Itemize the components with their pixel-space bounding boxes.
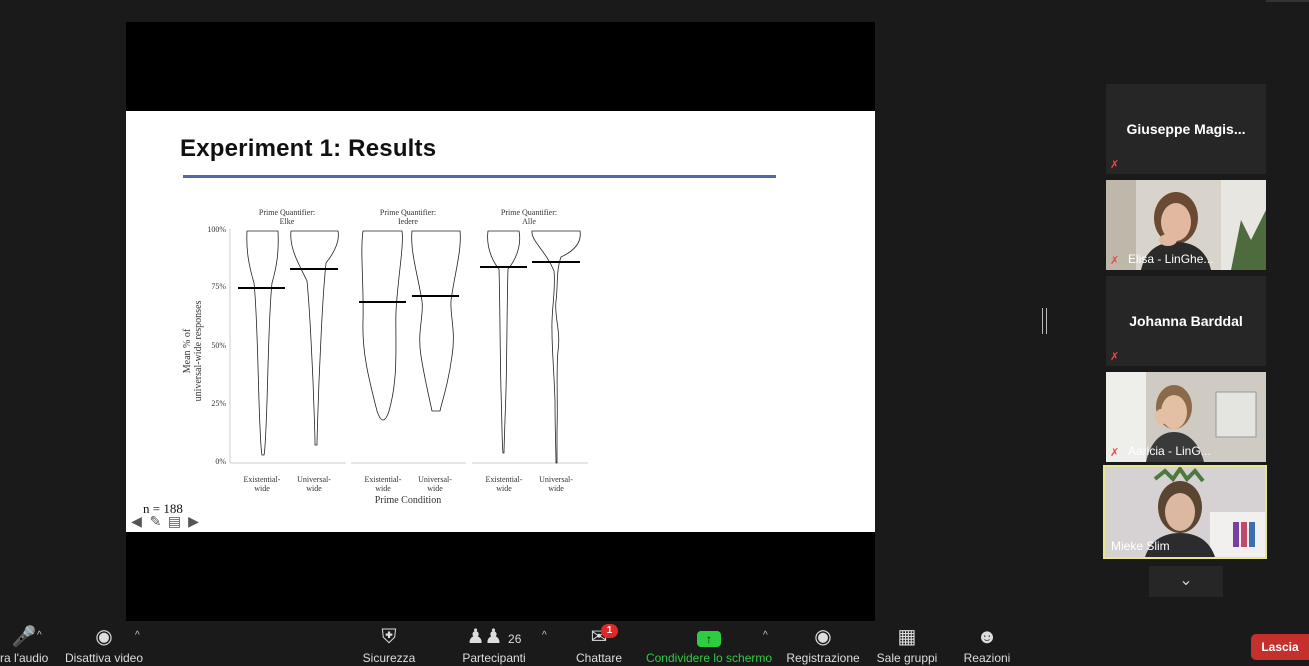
- violin-alle-universal: [531, 230, 581, 464]
- chat-button[interactable]: ✉ Chattare: [572, 621, 626, 666]
- chat-unread-badge: 1: [601, 624, 618, 638]
- menu-icon[interactable]: ▤: [166, 514, 183, 528]
- mic-muted-icon: ✗: [1110, 159, 1120, 171]
- x-group-label: Universal-: [539, 475, 573, 484]
- title-rule: [183, 175, 776, 178]
- y-tick-label: 100%: [207, 225, 226, 234]
- video-label: Disattiva video: [64, 651, 144, 665]
- y-tick-label: 75%: [211, 282, 226, 291]
- participant-name: Giuseppe Magis...: [1126, 121, 1246, 137]
- participants-button[interactable]: ♟♟ 26 Partecipanti: [458, 621, 530, 666]
- grid-icon: ▦: [897, 626, 917, 648]
- reactions-label: Reazioni: [963, 651, 1011, 665]
- violin-iedere-universal: [411, 230, 461, 412]
- share-options-caret-icon[interactable]: ^: [763, 630, 768, 641]
- mute-button[interactable]: 🎤 ra l'audio: [0, 621, 48, 666]
- emoji-add-icon: ☻: [976, 626, 998, 648]
- participant-tile[interactable]: ✗ Aaricia - LinG...: [1106, 372, 1266, 462]
- participants-count: 26: [508, 632, 522, 646]
- violin-elke-existential: [246, 230, 279, 456]
- record-label: Registrazione: [786, 651, 860, 665]
- shield-icon: ⛨: [381, 626, 397, 648]
- participant-name: Johanna Barddal: [1129, 313, 1243, 329]
- panel-title: Prime Quantifier:: [259, 208, 315, 217]
- active-speaker-tile[interactable]: Mieke Slim: [1103, 465, 1267, 559]
- presentation-slide: Experiment 1: Results Mean % of universa…: [126, 111, 875, 532]
- slide-controls: ◀ ✎ ▤ ▶: [128, 514, 202, 528]
- x-group-label: Existential-: [365, 475, 402, 484]
- share-label: Condividere lo schermo: [645, 651, 773, 665]
- participant-tile[interactable]: Giuseppe Magis... ✗: [1106, 84, 1266, 174]
- violin-alle-existential: [487, 230, 521, 454]
- participant-name: Elisa - LinGhe...: [1128, 252, 1214, 266]
- reactions-button[interactable]: ☻ Reazioni: [960, 621, 1014, 666]
- participant-name: Aaricia - LinG...: [1128, 444, 1211, 458]
- x-group-label: wide: [496, 484, 512, 493]
- share-screen-icon: ↑: [697, 631, 721, 647]
- stop-video-button[interactable]: ◉ Disattiva video: [62, 621, 146, 666]
- panel-title: Prime Quantifier:: [380, 208, 436, 217]
- video-camera-icon: ◉: [95, 626, 113, 648]
- chat-label: Chattare: [575, 651, 623, 665]
- violin-iedere-existential: [361, 230, 403, 421]
- participant-tile[interactable]: ✗ Elisa - LinGhe...: [1106, 180, 1266, 270]
- panel-title: Prime Quantifier:: [501, 208, 557, 217]
- x-group-label: Existential-: [486, 475, 523, 484]
- panel-title: Alle: [522, 217, 536, 226]
- x-group-label: Universal-: [418, 475, 452, 484]
- panel-splitter[interactable]: [1042, 308, 1047, 334]
- y-axis-label-line1: Mean % of: [182, 328, 193, 373]
- security-button[interactable]: ⛨ Sicurezza: [358, 621, 420, 666]
- participant-name: Mieke Slim: [1111, 539, 1170, 553]
- x-group-label: Universal-: [297, 475, 331, 484]
- participant-tile[interactable]: Johanna Barddal ✗: [1106, 276, 1266, 366]
- chevron-down-icon: ⌄: [1179, 572, 1193, 589]
- pen-icon[interactable]: ✎: [147, 514, 164, 528]
- slide-title: Experiment 1: Results: [180, 135, 437, 162]
- record-icon: ◉: [814, 626, 832, 648]
- participants-label: Partecipanti: [462, 651, 526, 665]
- violin-chart: Mean % of universal-wide responses 100% …: [182, 208, 588, 506]
- window-edge: [1266, 0, 1309, 2]
- mic-muted-icon: ✗: [1110, 351, 1120, 363]
- prev-slide-icon[interactable]: ◀: [128, 514, 145, 528]
- violin-elke-universal: [290, 230, 339, 446]
- security-label: Sicurezza: [362, 651, 416, 665]
- breakout-rooms-button[interactable]: ▦ Sale gruppi: [874, 621, 940, 666]
- next-slide-icon[interactable]: ▶: [185, 514, 202, 528]
- mute-label: ra l'audio: [0, 651, 49, 665]
- panel-title: Elke: [280, 217, 295, 226]
- video-options-caret-icon[interactable]: ^: [135, 630, 140, 641]
- audio-options-caret-icon[interactable]: ^: [37, 630, 42, 641]
- mic-muted-icon: ✗: [1110, 255, 1120, 267]
- participants-options-caret-icon[interactable]: ^: [542, 630, 547, 641]
- y-tick-label: 50%: [211, 341, 226, 350]
- record-button[interactable]: ◉ Registrazione: [786, 621, 860, 666]
- y-axis-label-line2: universal-wide responses: [193, 300, 204, 401]
- shared-screen: Experiment 1: Results Mean % of universa…: [126, 22, 875, 621]
- share-screen-button[interactable]: ↑ Condividere lo schermo: [644, 621, 774, 666]
- scroll-down-button[interactable]: ⌄: [1149, 566, 1223, 597]
- y-tick-label: 0%: [215, 457, 226, 466]
- x-axis-label: Prime Condition: [375, 495, 441, 506]
- x-group-label: wide: [254, 484, 270, 493]
- x-group-label: wide: [427, 484, 443, 493]
- panel-title: Iedere: [398, 217, 418, 226]
- chat-bubble-icon: ✉: [590, 626, 608, 648]
- x-group-label: wide: [548, 484, 564, 493]
- participants-icon: ♟♟ 26: [466, 626, 522, 648]
- leave-button[interactable]: Lascia: [1251, 634, 1309, 660]
- mic-muted-icon: ✗: [1110, 447, 1120, 459]
- x-group-label: wide: [375, 484, 391, 493]
- breakout-label: Sale gruppi: [876, 651, 938, 665]
- x-group-label: Existential-: [244, 475, 281, 484]
- x-group-label: wide: [306, 484, 322, 493]
- y-tick-label: 25%: [211, 399, 226, 408]
- meeting-toolbar: 🎤 ra l'audio ^ ◉ Disattiva video ^ ⛨ Sic…: [0, 621, 1309, 666]
